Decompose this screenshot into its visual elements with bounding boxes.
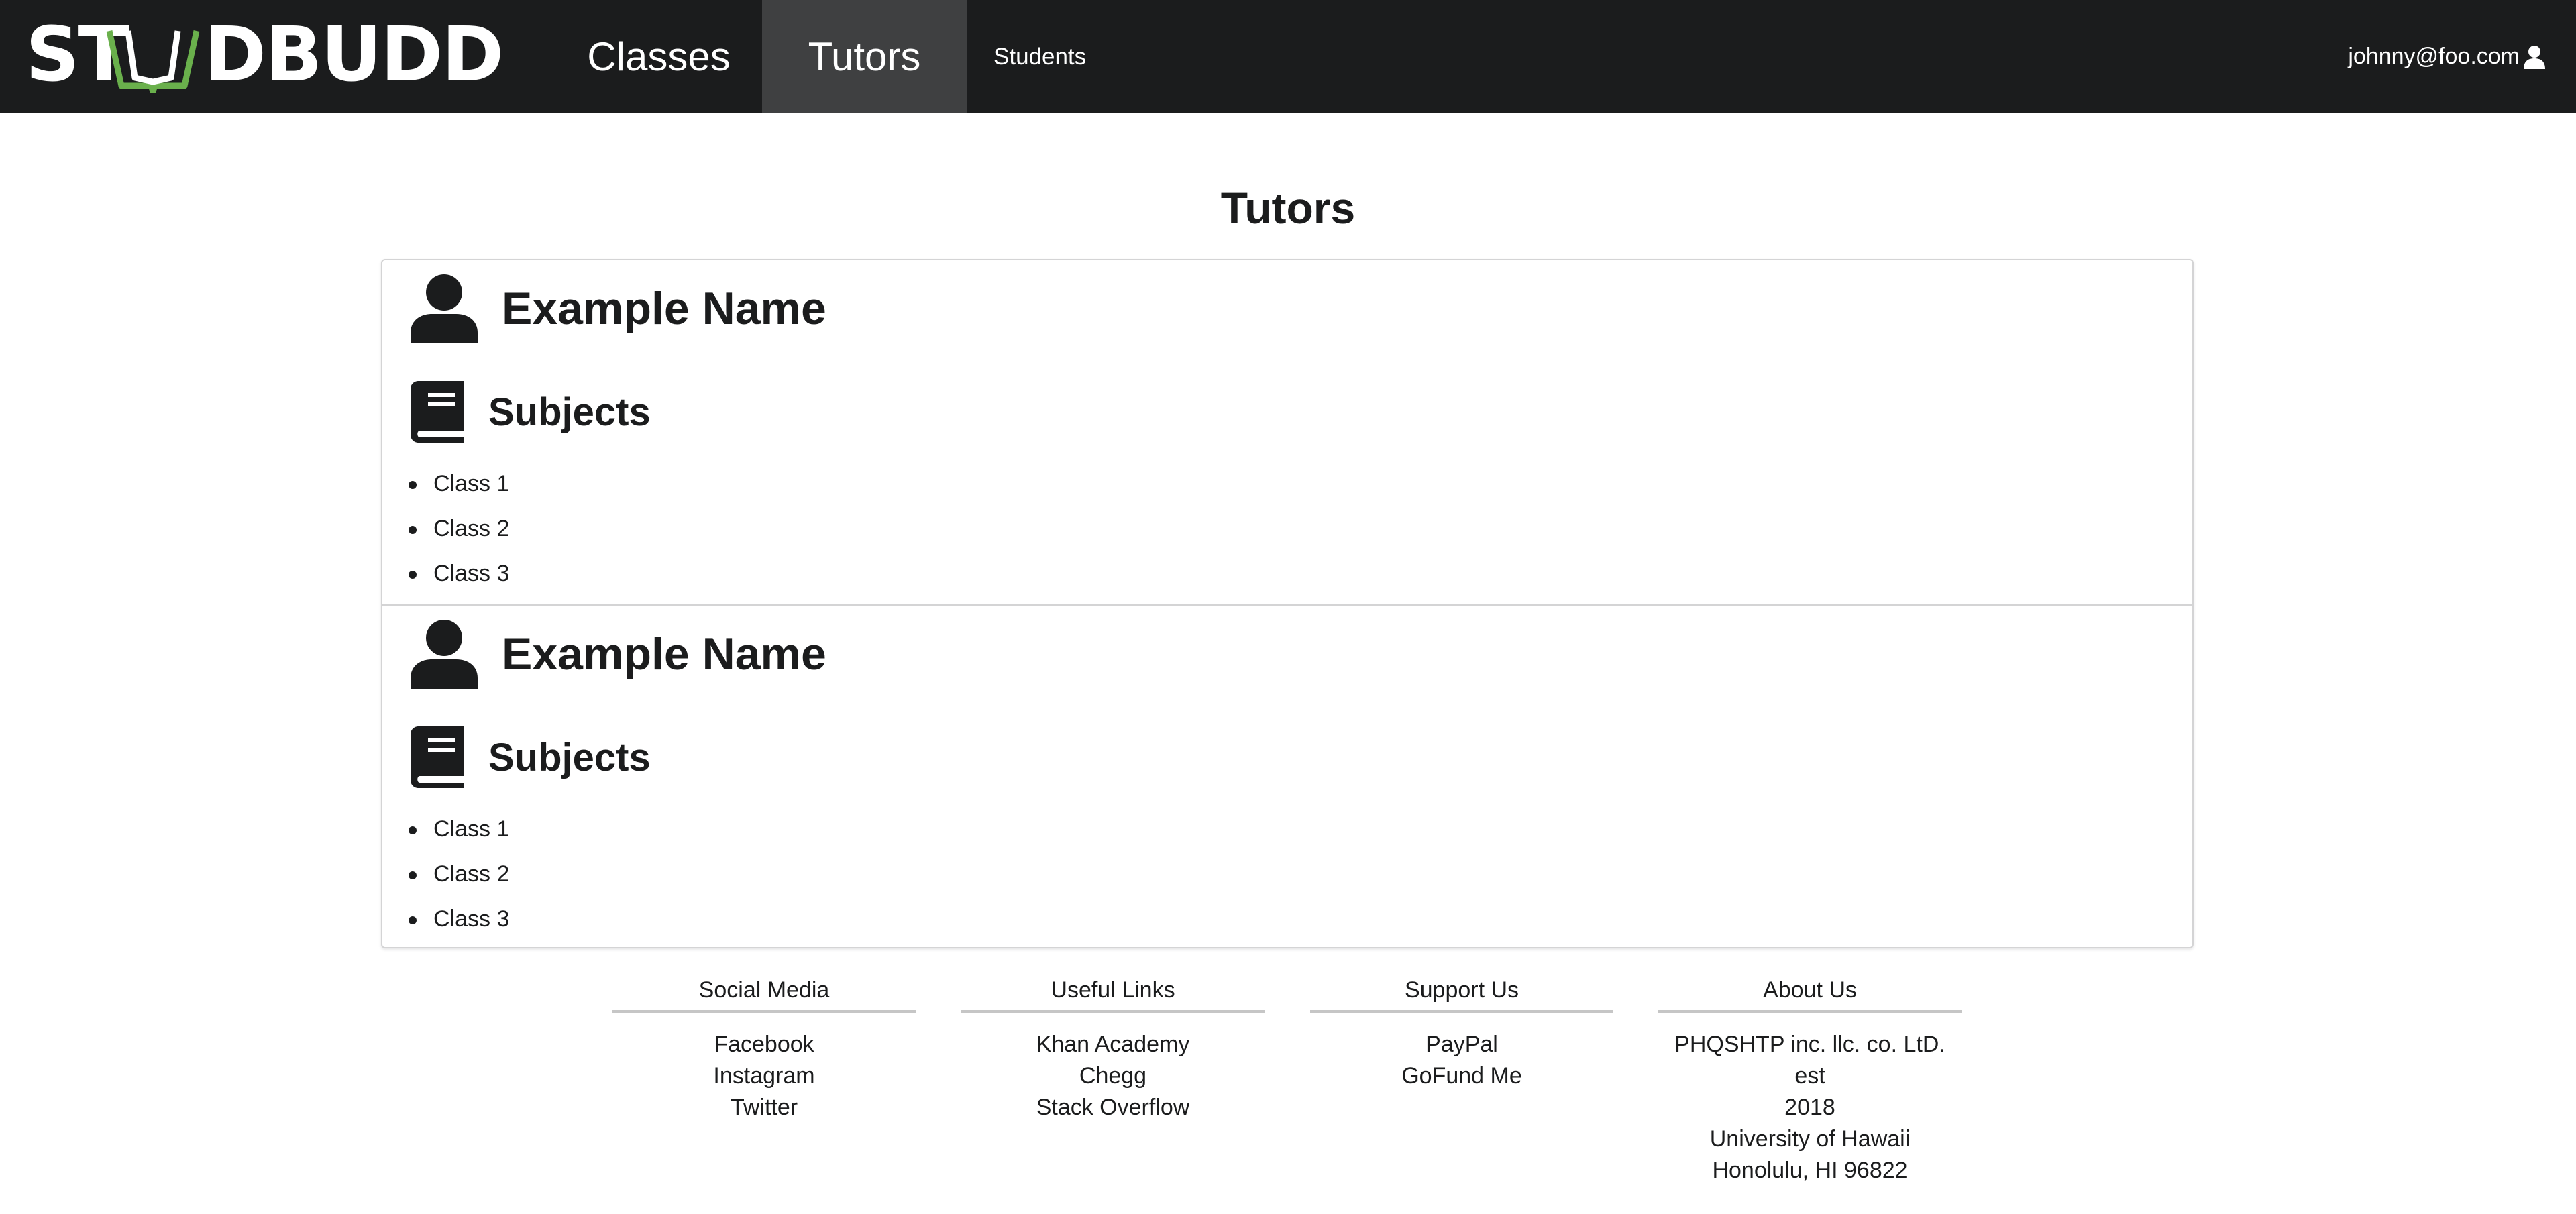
tutor-item: Example Name Subjects Class 1 Class 2 Cl… xyxy=(382,260,2192,604)
class-list: Class 1 Class 2 Class 3 xyxy=(382,461,509,596)
user-menu[interactable]: johnny@foo.com xyxy=(2348,0,2546,113)
footer-heading: Useful Links xyxy=(1051,977,1175,1003)
list-item: Class 3 xyxy=(408,897,509,942)
twitter-link[interactable]: Twitter xyxy=(612,1092,916,1123)
tutor-name: Example Name xyxy=(502,283,826,334)
gofundme-link[interactable]: GoFund Me xyxy=(1310,1060,1613,1092)
footer-social-media: Social Media Facebook Instagram Twitter xyxy=(612,973,916,1123)
book-icon xyxy=(411,726,464,788)
nav-item-students[interactable]: Students xyxy=(967,0,1133,113)
footer-divider xyxy=(612,1010,916,1013)
nav-item-label: Classes xyxy=(587,34,731,79)
open-book-logo-icon xyxy=(106,30,200,93)
about-company-line: PHQSHTP inc. llc. co. LtD. est xyxy=(1674,1032,1945,1089)
nav-item-classes[interactable]: Classes xyxy=(555,0,762,113)
instagram-link[interactable]: Instagram xyxy=(612,1060,916,1092)
user-email: johnny@foo.com xyxy=(2348,44,2520,69)
nav-item-label: Students xyxy=(994,43,1087,70)
tutor-name: Example Name xyxy=(502,628,826,679)
tutor-header: Example Name xyxy=(409,274,826,343)
book-icon xyxy=(411,381,464,443)
user-icon xyxy=(411,620,478,689)
nav-item-tutors[interactable]: Tutors xyxy=(762,0,967,113)
subjects-label: Subjects xyxy=(488,390,651,434)
logo-text-right: DBUDD xyxy=(204,11,504,99)
about-year-line: 2018 xyxy=(1784,1095,1835,1120)
user-icon xyxy=(2524,45,2545,69)
chegg-link[interactable]: Chegg xyxy=(961,1060,1265,1092)
footer-divider xyxy=(1310,1010,1613,1013)
footer-heading: Social Media xyxy=(698,977,830,1003)
list-item: Class 1 xyxy=(408,807,509,852)
list-item: Class 2 xyxy=(408,506,509,551)
about-university-line: University of Hawaii xyxy=(1709,1126,1911,1152)
footer-divider xyxy=(961,1010,1265,1013)
footer-useful-links: Useful Links Khan Academy Chegg Stack Ov… xyxy=(961,973,1265,1123)
about-address-line: Honolulu, HI 96822 xyxy=(1712,1158,1908,1183)
khan-academy-link[interactable]: Khan Academy xyxy=(961,1029,1265,1060)
class-list: Class 1 Class 2 Class 3 xyxy=(382,807,509,942)
studybudd-logo[interactable]: ST DBUDD xyxy=(25,11,504,99)
footer-heading: About Us xyxy=(1763,977,1857,1003)
tutor-header: Example Name xyxy=(409,619,826,689)
nav-item-label: Tutors xyxy=(808,34,921,79)
stack-overflow-link[interactable]: Stack Overflow xyxy=(961,1092,1265,1123)
paypal-link[interactable]: PayPal xyxy=(1310,1029,1613,1060)
subjects-header: Subjects xyxy=(411,381,651,443)
facebook-link[interactable]: Facebook xyxy=(612,1029,916,1060)
tutor-item: Example Name Subjects Class 1 Class 2 Cl… xyxy=(382,604,2192,950)
subjects-label: Subjects xyxy=(488,735,651,779)
top-navbar: ST DBUDD Classes Tutors Students johnny@… xyxy=(0,0,2576,113)
list-item: Class 3 xyxy=(408,551,509,596)
footer-about-us: About Us PHQSHTP inc. llc. co. LtD. est … xyxy=(1658,973,1962,1187)
footer-divider xyxy=(1658,1010,1962,1013)
subjects-header: Subjects xyxy=(411,726,651,788)
footer-heading: Support Us xyxy=(1404,977,1519,1003)
list-item: Class 2 xyxy=(408,852,509,897)
page-title: Tutors xyxy=(1220,183,1356,233)
user-icon xyxy=(411,274,478,343)
footer-support-us: Support Us PayPal GoFund Me xyxy=(1310,973,1613,1092)
tutors-card: Example Name Subjects Class 1 Class 2 Cl… xyxy=(381,259,2194,948)
list-item: Class 1 xyxy=(408,461,509,506)
